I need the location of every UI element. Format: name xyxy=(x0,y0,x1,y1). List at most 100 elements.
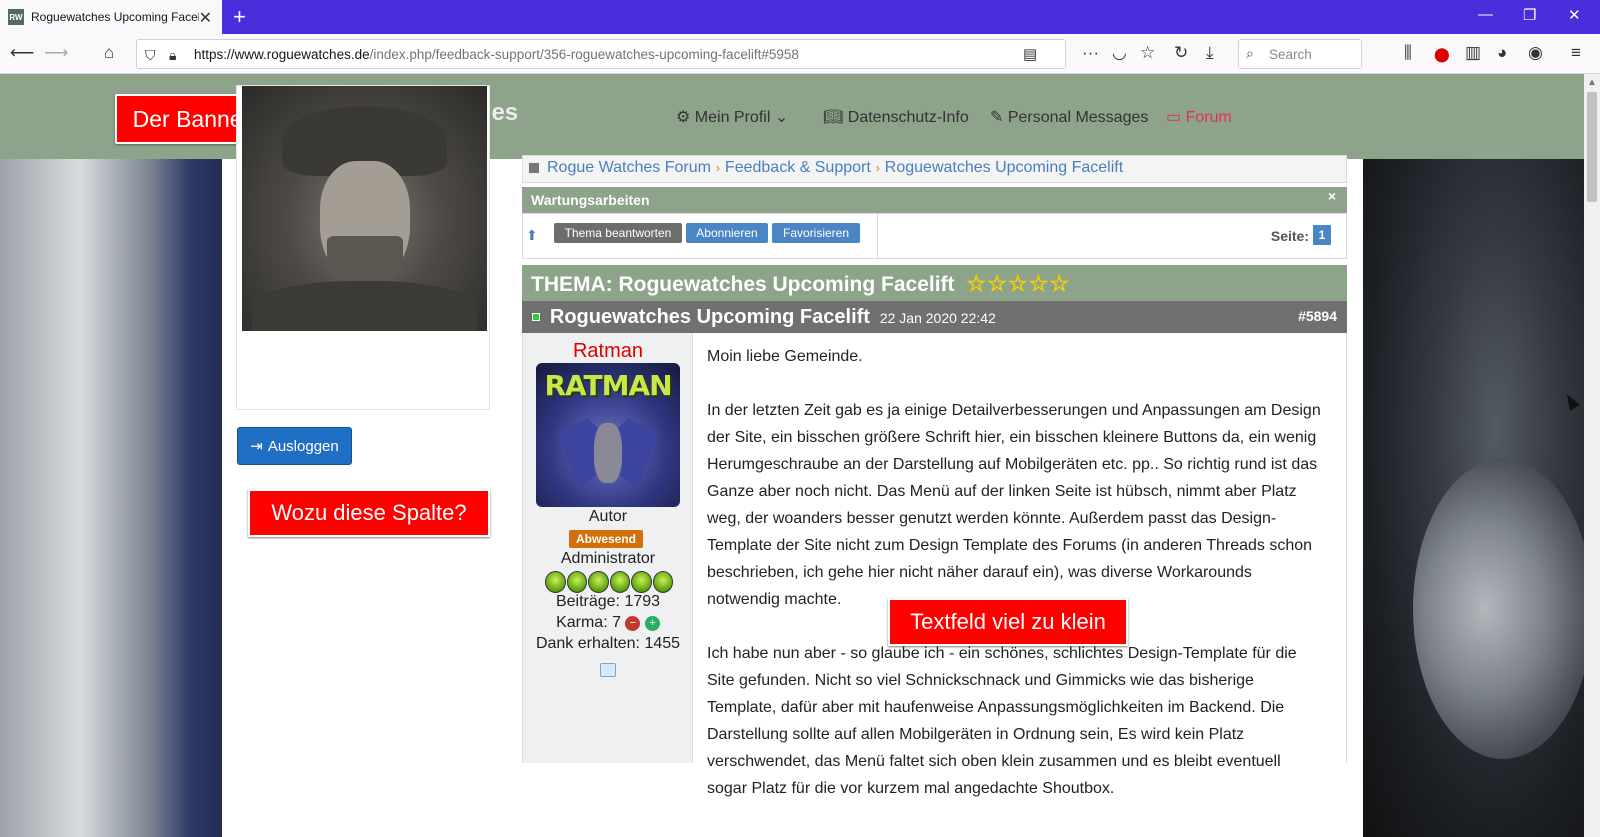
adblock-icon[interactable]: ⬤ xyxy=(1434,44,1450,64)
extension-icon[interactable]: ◕ xyxy=(1497,43,1507,63)
library-icon[interactable]: ⫼ xyxy=(1404,43,1412,63)
close-icon[interactable]: × xyxy=(1328,188,1336,204)
post-permalink[interactable]: #5894 xyxy=(1298,308,1337,324)
nav-label: Mein Profil xyxy=(694,109,771,126)
background-watch-image xyxy=(1363,159,1584,837)
breadcrumb-separator-icon: › xyxy=(875,161,880,175)
logout-label: Ausloggen xyxy=(267,437,339,455)
breadcrumb-forum[interactable]: Rogue Watches Forum xyxy=(547,159,711,176)
favicon-icon: RW xyxy=(8,9,24,25)
chat-icon: ▭ xyxy=(1166,109,1182,126)
breadcrumb: Rogue Watches Forum › Feedback & Support › R… xyxy=(522,155,1347,183)
sidebar-annotation-button[interactable]: Wozu diese Spalte? xyxy=(248,489,490,537)
new-tab-button[interactable]: + xyxy=(233,4,246,30)
gear-icon: ⚙ xyxy=(676,109,691,126)
shield-icon[interactable]: ⛉ xyxy=(145,45,156,65)
maintenance-bar: Wartungsarbeiten × xyxy=(522,187,1347,213)
status-badge: Abwesend xyxy=(569,530,643,548)
karma-plus-icon[interactable]: + xyxy=(644,616,660,631)
online-status-icon xyxy=(532,313,540,321)
textfield-annotation-button[interactable]: Textfeld viel zu klein xyxy=(888,598,1128,646)
nav-datenschutz[interactable]: 📖︎ Datenschutz-Info xyxy=(823,107,969,127)
url-text[interactable]: https://www.roguewatches.de/index.php/fe… xyxy=(194,47,799,62)
thread-header: THEMA: Roguewatches Upcoming Facelift ☆☆… xyxy=(522,265,1347,301)
post-header: Roguewatches Upcoming Facelift 22 Jan 20… xyxy=(522,301,1347,333)
post-paragraph: In der letzten Zeit gab es ja einige Det… xyxy=(707,402,1321,608)
scrollbar-thumb[interactable] xyxy=(1587,92,1597,202)
page-scrollbar[interactable]: ▲ xyxy=(1584,74,1600,837)
forward-icon[interactable]: ⟶ xyxy=(44,43,68,63)
more-actions-icon[interactable]: ··· xyxy=(1082,43,1099,63)
pocket-icon[interactable]: ◡ xyxy=(1112,43,1127,63)
author-avatar[interactable]: RATMAN xyxy=(536,363,680,507)
karma-minus-icon[interactable]: − xyxy=(625,616,641,631)
minimize-icon[interactable]: — xyxy=(1478,6,1493,23)
profile-photo xyxy=(242,86,487,331)
bookmark-star-icon[interactable]: ☆ xyxy=(1140,43,1155,63)
author-name[interactable]: Ratman xyxy=(523,340,693,363)
post-title: Roguewatches Upcoming Facelift xyxy=(549,306,870,328)
breadcrumb-feedback-support[interactable]: Feedback & Support xyxy=(725,159,871,176)
lock-icon[interactable]: 🔒︎ xyxy=(169,45,176,65)
rank-smiley-icon xyxy=(566,571,587,593)
subscribe-button[interactable]: Abonnieren xyxy=(686,223,768,243)
reload-icon[interactable]: ↻ xyxy=(1174,43,1188,63)
nav-mein-profil[interactable]: ⚙ Mein Profil ⌄ xyxy=(676,107,788,127)
restore-icon[interactable]: ❐ xyxy=(1523,6,1536,24)
post-paragraph: Ich habe nun aber - so glaube ich - ein … xyxy=(707,645,1297,797)
window-close-icon[interactable]: ✕ xyxy=(1568,6,1581,24)
rank-smiley-icon xyxy=(609,571,630,593)
logout-button[interactable]: ⇥ Ausloggen xyxy=(237,427,352,465)
maintenance-title: Wartungsarbeiten xyxy=(531,192,650,208)
book-icon: 📖︎ xyxy=(823,109,844,126)
download-icon[interactable]: ⤓ xyxy=(1206,43,1214,63)
back-icon[interactable]: ⟵ xyxy=(10,43,34,63)
star-icon[interactable]: ☆ xyxy=(1008,271,1029,296)
nav-personal-messages[interactable]: ✎ Personal Messages xyxy=(990,107,1148,127)
author-role: Administrator xyxy=(560,550,656,567)
page-number-button[interactable]: 1 xyxy=(1313,225,1331,245)
search-input[interactable]: ⌕ Search xyxy=(1238,39,1362,69)
url-bar[interactable]: ⛉ 🔒︎ https://www.roguewatches.de/index.p… xyxy=(136,39,1066,69)
post-date: 22 Jan 2020 22:42 xyxy=(879,310,996,326)
scroll-up-icon[interactable]: ▲ xyxy=(1587,77,1597,88)
chevron-down-icon: ⌄ xyxy=(774,109,789,126)
nav-label: Personal Messages xyxy=(1007,109,1149,126)
sidebar-toggle-icon[interactable]: ▥ xyxy=(1465,43,1481,63)
favorite-button[interactable]: Favorisieren xyxy=(772,223,860,243)
menu-icon[interactable]: ≡ xyxy=(1571,43,1581,63)
post-text: Moin liebe Gemeinde. In der letzten Zeit… xyxy=(707,343,1322,829)
thread-title: THEMA: Roguewatches Upcoming Facelift xyxy=(531,273,955,296)
rank-smiley-icon xyxy=(631,571,652,593)
tab-title: Roguewatches Upcoming Facelift xyxy=(31,10,199,24)
star-icon[interactable]: ☆ xyxy=(1049,271,1070,296)
star-icon[interactable]: ☆ xyxy=(966,271,987,296)
page-label: Seite: xyxy=(1270,228,1309,244)
karma-value: Karma: 7 xyxy=(556,614,621,631)
breadcrumb-separator-icon: › xyxy=(715,161,720,175)
browser-tab[interactable]: RW Roguewatches Upcoming Facelift ✕ xyxy=(0,0,222,34)
tab-close-icon[interactable]: ✕ xyxy=(199,8,212,28)
reply-button[interactable]: Thema beantworten xyxy=(554,223,682,243)
private-message-icon[interactable] xyxy=(600,663,616,677)
avatar-logo-text: RATMAN xyxy=(544,369,672,402)
arrow-up-icon[interactable]: ⬆ xyxy=(526,227,538,244)
reader-view-icon[interactable]: ▤ xyxy=(1023,45,1037,65)
logout-icon: ⇥ xyxy=(250,438,263,455)
nav-forum[interactable]: ▭ Forum xyxy=(1166,107,1232,127)
search-icon: ⌕ xyxy=(1246,45,1254,61)
rating-stars: ☆☆☆☆☆ xyxy=(966,271,1070,296)
author-thanks: Dank erhalten: 1455 xyxy=(535,635,681,652)
rank-smiley-icon xyxy=(545,571,566,593)
home-icon[interactable]: ⌂ xyxy=(104,43,114,63)
star-icon[interactable]: ☆ xyxy=(987,271,1008,296)
pencil-icon: ✎ xyxy=(990,109,1004,126)
nav-label: Datenschutz-Info xyxy=(847,109,969,126)
account-icon[interactable]: ◉ xyxy=(1528,43,1543,63)
author-rank: Autor xyxy=(588,508,628,525)
post-paragraph: Moin liebe Gemeinde. xyxy=(707,348,863,365)
star-icon[interactable]: ☆ xyxy=(1029,271,1050,296)
browser-tab-bar: RW Roguewatches Upcoming Facelift ✕ + — … xyxy=(0,0,1600,34)
search-placeholder: Search xyxy=(1269,47,1312,62)
breadcrumb-thread[interactable]: Roguewatches Upcoming Facelift xyxy=(885,159,1123,176)
